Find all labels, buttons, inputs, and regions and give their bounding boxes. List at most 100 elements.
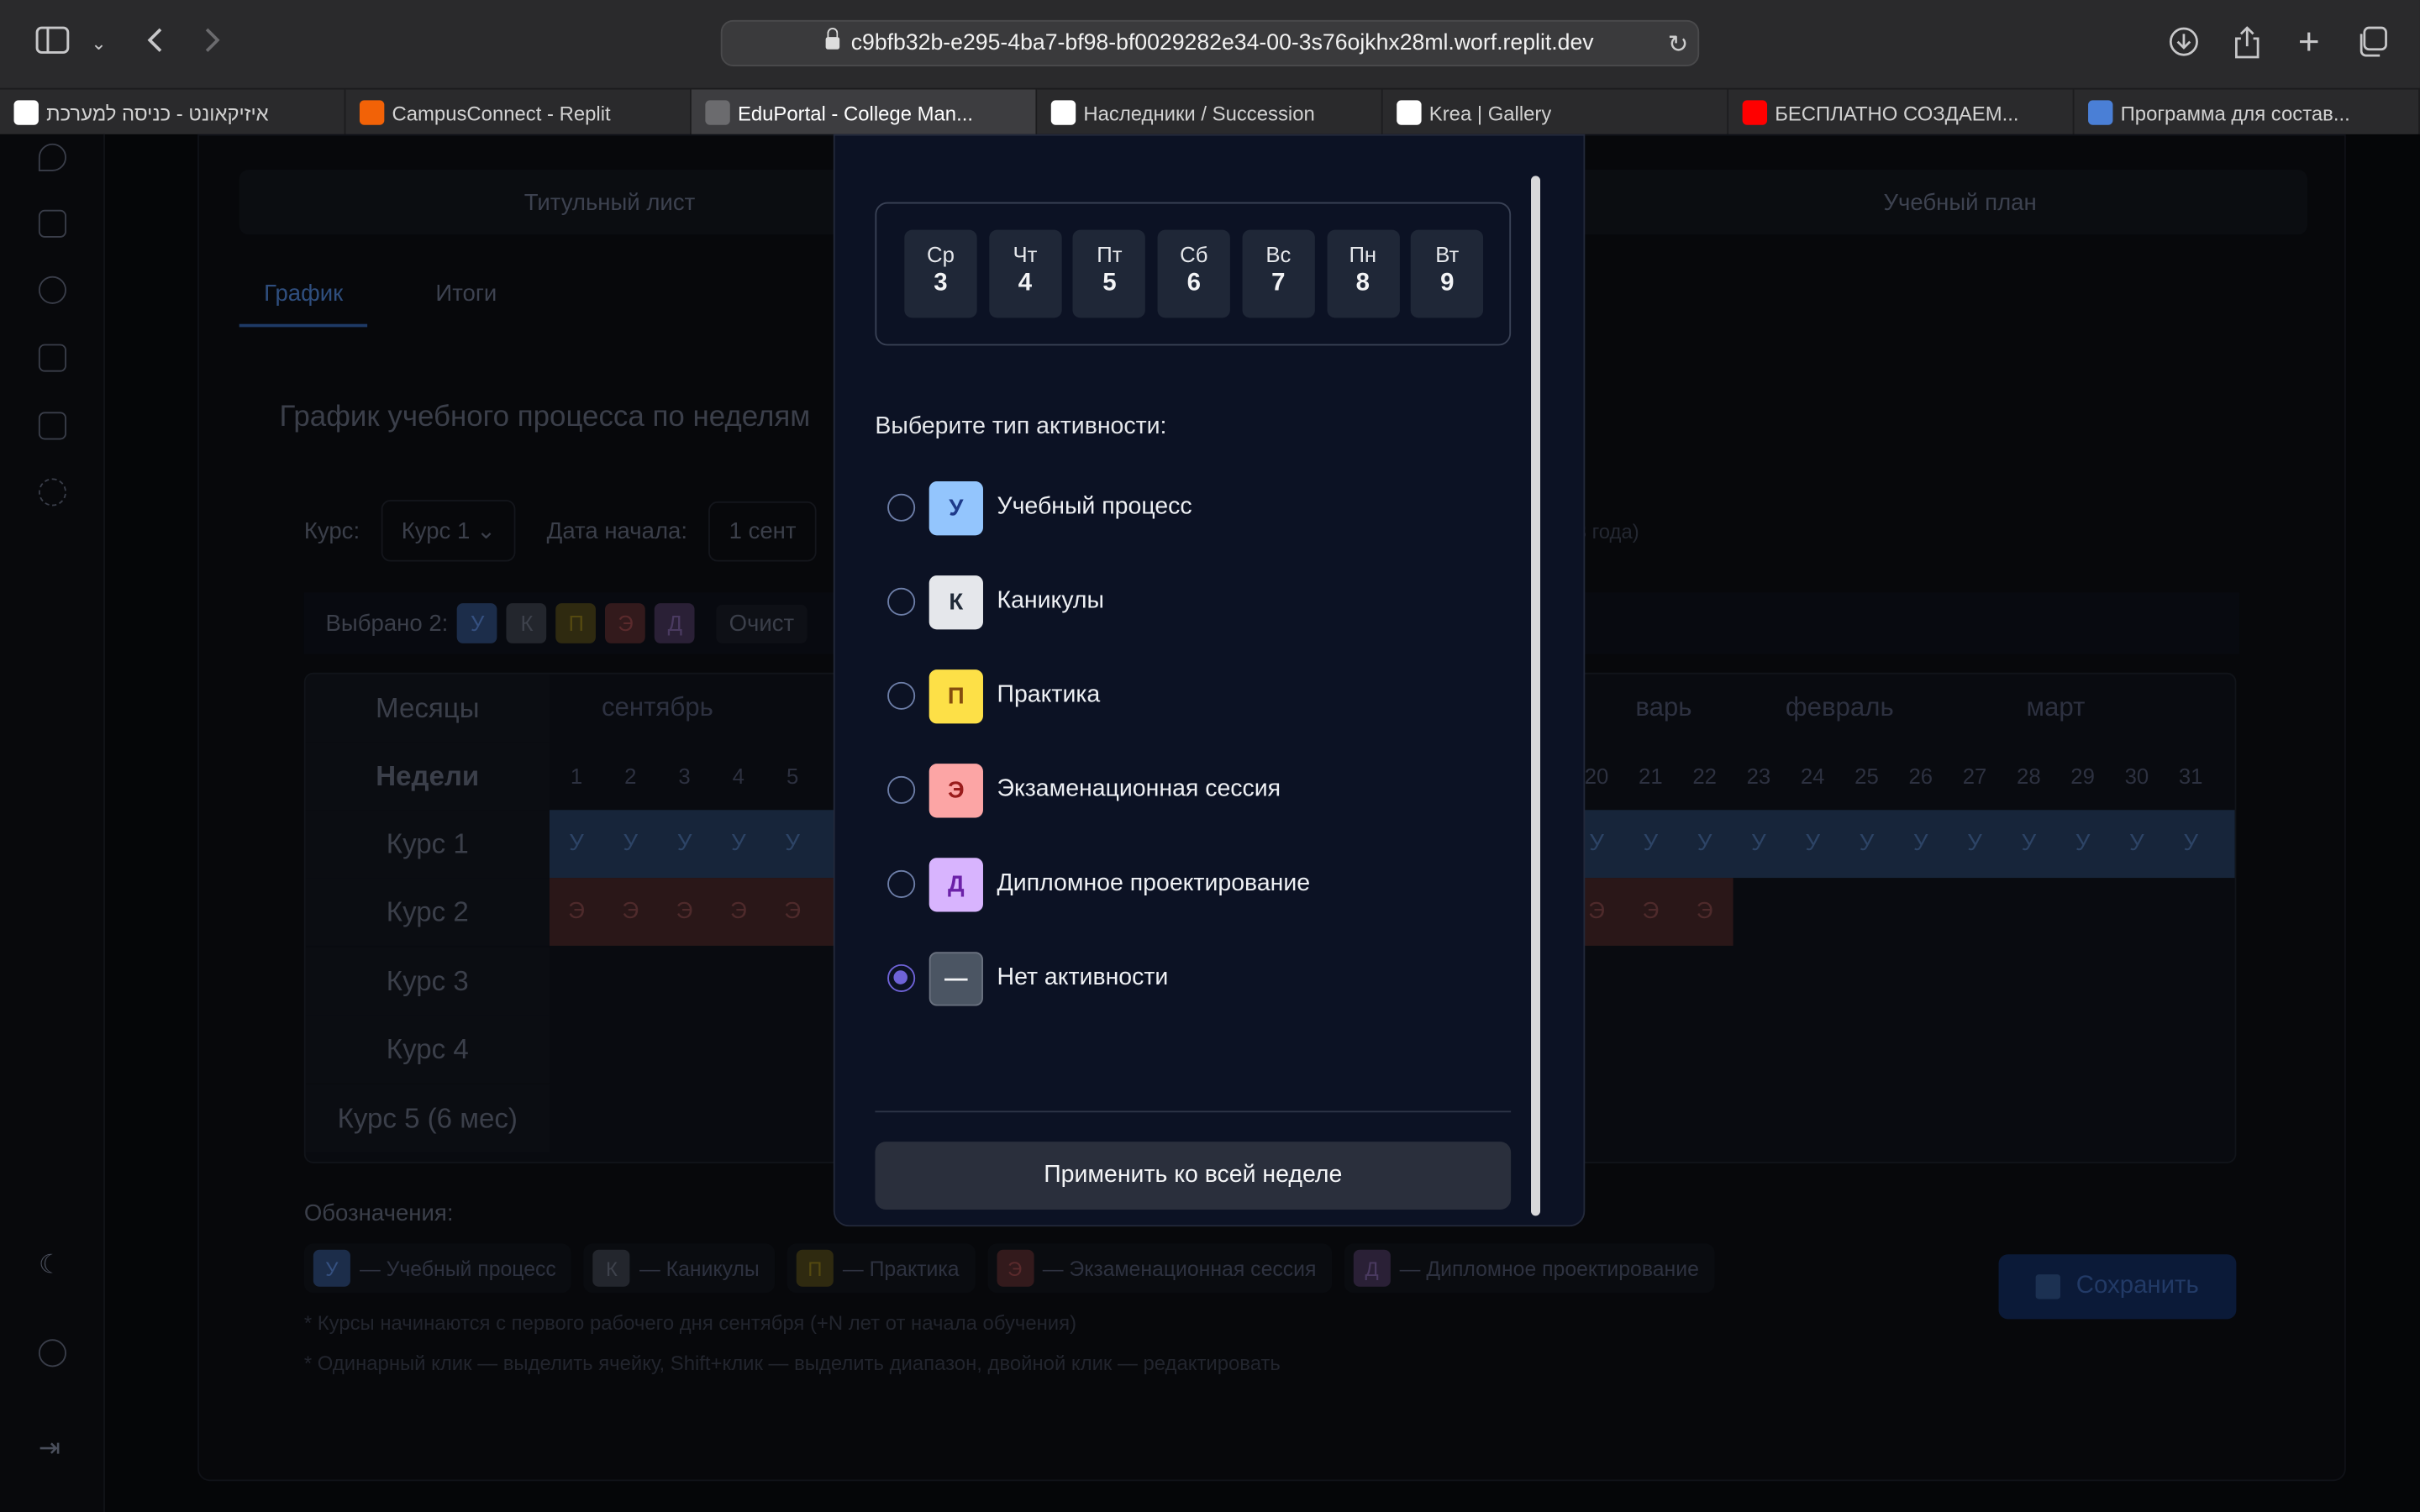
tab-overview-icon[interactable] [2354,26,2391,60]
document-icon[interactable] [38,344,66,372]
back-arrow-icon[interactable] [136,26,173,60]
day-cell[interactable]: Ср 3 [904,229,977,318]
schedule-cell[interactable]: У [2055,810,2109,878]
legend-chip: Э [996,1249,1034,1287]
radio-button[interactable] [887,493,916,522]
youtube-icon [1742,100,1768,125]
activity-option[interactable]: У Учебный процесс [887,480,1192,535]
logout-icon[interactable]: ⇥ [39,1434,66,1462]
chevron-down-icon[interactable]: ⌄ [81,26,118,60]
r-letter-icon [705,100,730,125]
browser-tab[interactable]: CampusConnect - Replit [345,89,692,136]
day-cell[interactable]: Пн 8 [1326,229,1399,318]
day-cell[interactable]: Вт 9 [1411,229,1484,318]
schedule-cell[interactable]: У [1677,810,1731,878]
schedule-cell[interactable]: У [1786,810,1839,878]
tab-schedule[interactable]: График [239,271,368,328]
address-bar[interactable]: c9bfb32b-e295-4ba7-bf98-bf0029282e34-00-… [720,19,1700,66]
schedule-cell[interactable]: Э [657,878,711,946]
forward-arrow-icon[interactable] [194,26,231,60]
study-plan-label: Учебный план [1883,188,2037,216]
chat-icon[interactable] [38,143,66,171]
browser-tab[interactable]: Krea | Gallery [1382,89,1729,136]
legend-text: — Дипломное проектирование [1399,1256,1699,1280]
reload-icon[interactable]: ↻ [1668,29,1689,60]
schedule-cell[interactable]: У [1839,810,1893,878]
clear-selection-button[interactable]: Очист [716,604,807,643]
schedule-cell[interactable]: Э [1677,878,1731,946]
activity-option[interactable]: К Каникулы [887,574,1104,629]
week-number: 27 [1962,764,1987,789]
schedule-cell[interactable]: У [765,810,819,878]
modal-divider [875,1110,1512,1113]
radio-button[interactable] [887,963,916,992]
schedule-cell[interactable]: У [1948,810,2002,878]
week-number: 21 [1639,764,1663,789]
krea-icon [1397,100,1422,125]
chip-vacation[interactable]: К [507,603,547,643]
activity-option[interactable]: Д Дипломное проектирование [887,856,1310,911]
chip-practice[interactable]: П [555,603,597,643]
schedule-cell[interactable]: У [2002,810,2055,878]
day-cell[interactable]: Пт 5 [1073,229,1146,318]
activity-option[interactable]: Э Экзаменационная сессия [887,762,1281,817]
moon-icon[interactable]: ☾ [39,1251,66,1279]
day-cell[interactable]: Вс 7 [1242,229,1315,318]
schedule-cell[interactable]: У [2164,810,2217,878]
share-icon[interactable] [2228,26,2265,60]
browser-tab-label: Наследники / Succession [1083,101,1315,124]
course-select[interactable]: Курс 1 ⌄ [381,500,516,562]
file-text-icon[interactable] [38,412,66,440]
modal-scrollbar[interactable] [1531,176,1541,1216]
schedule-cell[interactable]: У [550,810,603,878]
schedule-cell[interactable]: У [1732,810,1786,878]
schedule-cell[interactable]: У [2110,810,2164,878]
schedule-cell[interactable]: У [1623,810,1677,878]
browser-tab[interactable]: איזיקאונט - כניסה למערכת [0,89,346,136]
schedule-cell[interactable]: У [657,810,711,878]
chip-study[interactable]: У [457,603,498,643]
schedule-cell[interactable]: У [1894,810,1948,878]
chip-diploma[interactable]: Д [655,603,696,643]
study-plan-button[interactable]: Учебный план [1612,170,2307,234]
browser-tab[interactable]: БЕСПЛАТНО СОЗДАЕМ... [1728,89,2075,136]
course-row-label: Курс 3 [305,947,550,1016]
browser-tab[interactable]: EduPortal - College Man... [691,89,1038,136]
schedule-cell[interactable]: Э [712,878,765,946]
schedule-cell[interactable]: Э [1623,878,1677,946]
chip-exam[interactable]: Э [605,603,646,643]
apply-week-button[interactable]: Применить ко всей неделе [875,1142,1512,1210]
radio-button[interactable] [887,869,916,898]
activity-option[interactable]: — Нет активности [887,950,1168,1005]
week-number: 5 [786,764,799,789]
day-cell[interactable]: Сб 6 [1157,229,1231,318]
schedule-cell[interactable]: Э [603,878,657,946]
browser-tab[interactable]: Наследники / Succession [1037,89,1383,136]
save-button[interactable]: Сохранить [1998,1254,2237,1320]
browser-toolbar: ⌄ c9bfb32b-e295-4ba7-bf98-bf0029282e34-0… [0,0,2420,88]
schedule-cell[interactable]: Э [550,878,603,946]
schedule-cell[interactable]: У [712,810,765,878]
schedule-cell[interactable]: У [603,810,657,878]
sidebar-toggle-icon[interactable] [34,26,71,60]
clipboard-icon[interactable] [38,209,66,238]
new-tab-icon[interactable]: + [2291,24,2328,60]
globe-icon[interactable] [38,1339,66,1368]
radio-button[interactable] [887,681,916,710]
settings-gear-icon[interactable] [38,478,66,507]
title-page-label: Титульный лист [523,188,696,216]
week-number: 23 [1746,764,1771,789]
tab-totals[interactable]: Итоги [411,271,522,327]
activity-option[interactable]: П Практика [887,668,1100,723]
day-cell[interactable]: Чт 4 [988,229,1062,318]
browser-tab[interactable]: Программа для состав... [2074,89,2420,136]
week-number: 24 [1800,764,1825,789]
radio-button[interactable] [887,587,916,616]
app-icon [2088,100,2113,125]
week-number: 2 [624,764,637,789]
radio-button[interactable] [887,775,916,804]
start-date-input[interactable]: 1 сент [708,501,817,561]
users-icon[interactable] [38,276,66,304]
download-icon[interactable] [2165,26,2202,60]
schedule-cell[interactable]: Э [765,878,819,946]
